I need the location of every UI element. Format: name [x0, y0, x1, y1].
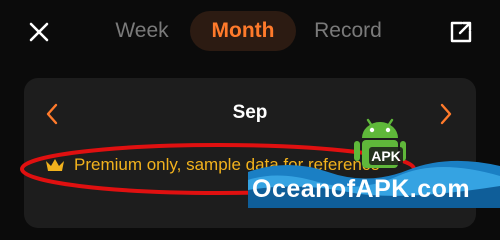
close-icon	[29, 22, 49, 42]
tab-week[interactable]: Week	[96, 11, 188, 51]
apk-badge: APK	[369, 147, 403, 165]
svg-text:APK: APK	[371, 148, 401, 164]
tab-month[interactable]: Month	[190, 11, 296, 51]
top-bar: Week Month Record	[0, 0, 500, 62]
period-tabs: Week Month Record	[96, 11, 416, 51]
export-button[interactable]	[446, 17, 476, 47]
open-external-icon	[450, 21, 472, 43]
watermark-text: OceanofAPK.com	[252, 175, 471, 203]
close-button[interactable]	[24, 17, 54, 47]
tab-record[interactable]: Record	[302, 11, 394, 51]
